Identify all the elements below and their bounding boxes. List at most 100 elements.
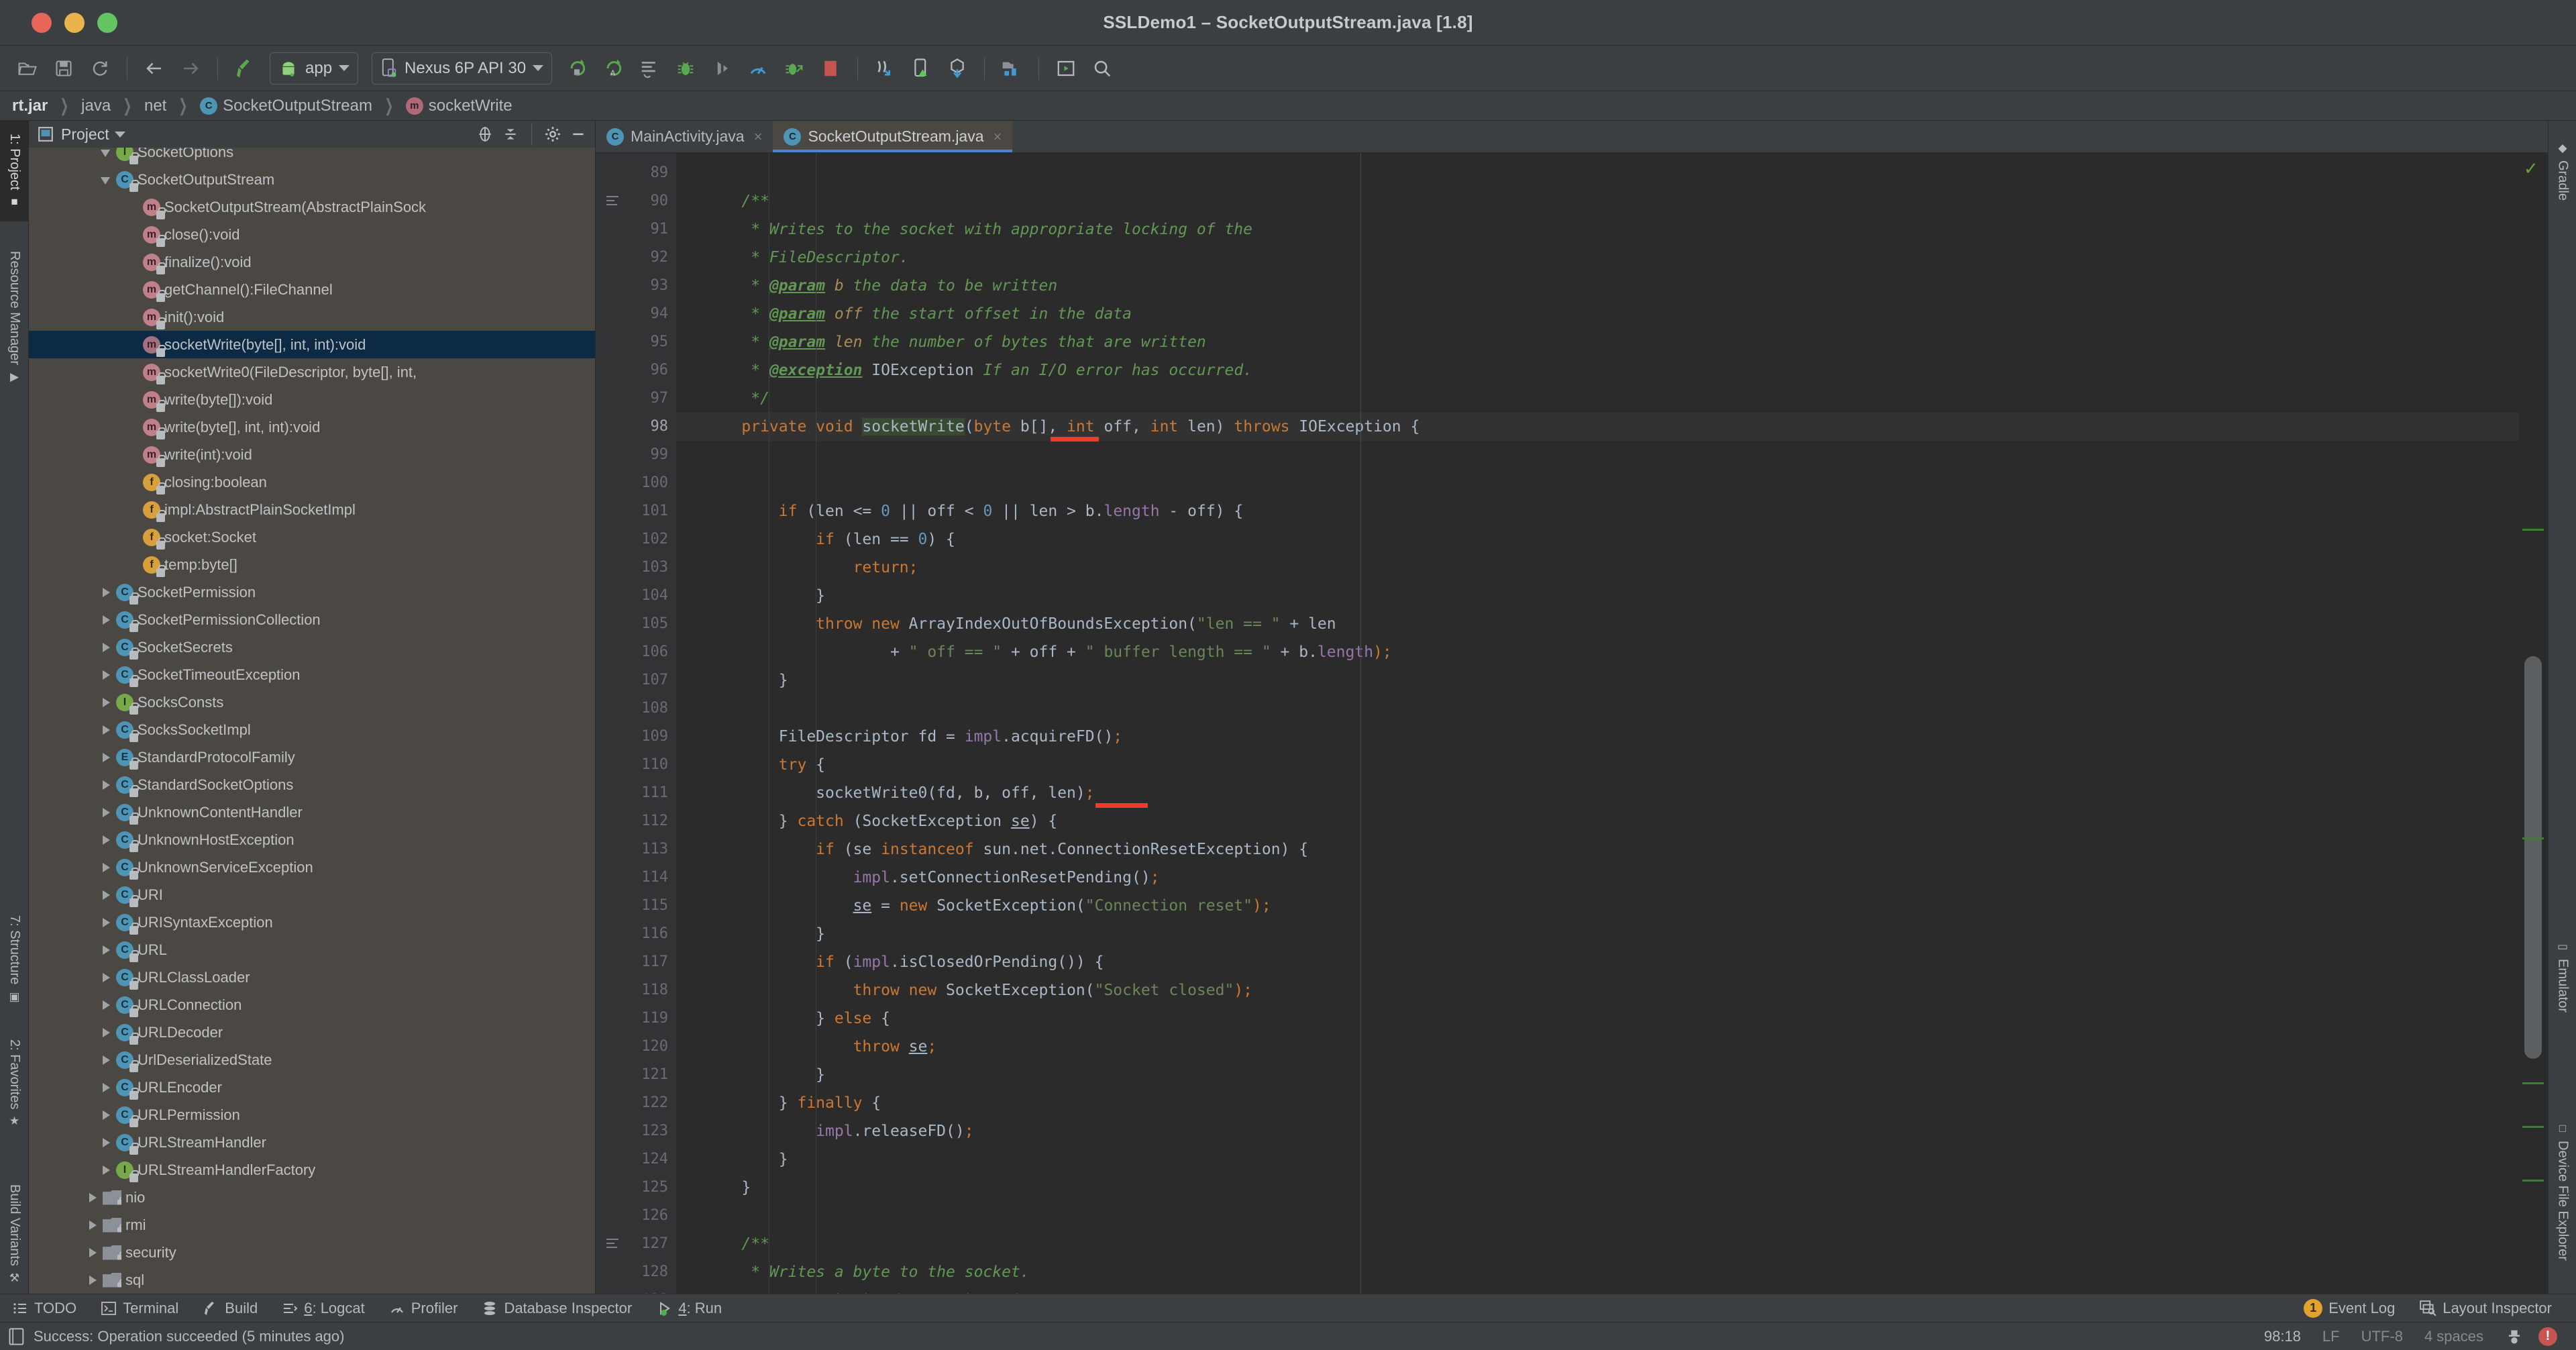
tree-row[interactable]: m close():void bbox=[29, 221, 595, 248]
code-line[interactable]: */ bbox=[676, 384, 2518, 413]
code-line[interactable]: if (len == 0) { bbox=[676, 525, 2518, 554]
bottom-tab-run[interactable]: 4: Run bbox=[644, 1294, 734, 1322]
line-number[interactable]: 100 bbox=[596, 469, 676, 497]
run-icon[interactable] bbox=[562, 54, 592, 83]
inspection-status-icon[interactable]: ✓ bbox=[2524, 158, 2538, 179]
tree-row[interactable]: rmi bbox=[29, 1211, 595, 1239]
breadcrumb-item-4[interactable]: m socketWrite bbox=[403, 97, 515, 115]
tree-row[interactable]: C SocketOutputStream bbox=[29, 166, 595, 193]
line-number[interactable]: 111 bbox=[596, 779, 676, 807]
tree-row[interactable]: m getChannel():FileChannel bbox=[29, 276, 595, 303]
gutter-marker[interactable] bbox=[2522, 1082, 2544, 1084]
tool-strip-tab-device-file-explorer[interactable]: □ Device File Explorer bbox=[2548, 1080, 2576, 1302]
tree-row[interactable]: E StandardProtocolFamily bbox=[29, 743, 595, 771]
back-arrow-icon[interactable] bbox=[140, 54, 169, 83]
tree-row[interactable]: C URLPermission bbox=[29, 1101, 595, 1129]
error-marker-bar[interactable]: ✓ bbox=[2518, 153, 2548, 1294]
tree-row[interactable]: C UnknownHostException bbox=[29, 826, 595, 853]
breadcrumb-item-2[interactable]: net bbox=[142, 97, 169, 115]
sdk-manager-icon[interactable] bbox=[870, 54, 900, 83]
code-line[interactable]: } catch (SocketException se) { bbox=[676, 807, 2518, 835]
step-icon[interactable] bbox=[707, 54, 737, 83]
stop-icon[interactable] bbox=[816, 54, 845, 83]
code-line[interactable]: } bbox=[676, 1145, 2518, 1174]
tree-row[interactable]: C SocketTimeoutException bbox=[29, 661, 595, 688]
line-number[interactable]: 124 bbox=[596, 1145, 692, 1174]
code-line[interactable]: impl.releaseFD(); bbox=[676, 1117, 2518, 1145]
gear-icon[interactable] bbox=[543, 124, 563, 144]
device-selector[interactable]: Nexus 6P API 30 bbox=[372, 52, 553, 85]
code-line[interactable]: } bbox=[676, 582, 2518, 610]
code-line[interactable]: /** bbox=[676, 1230, 2518, 1258]
gutter-marker[interactable] bbox=[2522, 837, 2544, 839]
line-number[interactable]: 96 bbox=[596, 356, 676, 384]
editor-scrollbar-thumb[interactable] bbox=[2524, 656, 2542, 1059]
line-number[interactable]: 125 bbox=[596, 1174, 692, 1202]
code-line[interactable]: * FileDescriptor. bbox=[676, 244, 2518, 272]
tree-row[interactable]: C SocketSecrets bbox=[29, 633, 595, 661]
bottom-tab-logcat[interactable]: 6: Logcat bbox=[270, 1294, 377, 1322]
file-encoding[interactable]: UTF-8 bbox=[2355, 1328, 2410, 1345]
code-line[interactable]: return; bbox=[676, 554, 2518, 582]
line-number[interactable]: 117 bbox=[596, 948, 692, 976]
code-line[interactable] bbox=[676, 694, 2518, 723]
tree-row[interactable]: C URLEncoder bbox=[29, 1074, 595, 1101]
collapse-all-icon[interactable] bbox=[500, 124, 521, 144]
project-tree[interactable]: I SocketOptions C SocketOutputStream m Socket… bbox=[29, 148, 595, 1294]
chevron-right-icon[interactable] bbox=[100, 834, 112, 846]
chevron-right-icon[interactable] bbox=[100, 1082, 112, 1094]
chevron-right-icon[interactable] bbox=[100, 917, 112, 929]
tree-row[interactable]: I URLStreamHandlerFactory bbox=[29, 1156, 595, 1184]
tree-row[interactable]: f socket:Socket bbox=[29, 523, 595, 551]
line-number[interactable]: 118 bbox=[596, 976, 676, 1004]
tree-row[interactable]: C URL bbox=[29, 936, 595, 964]
bottom-tab-profiler[interactable]: Profiler bbox=[377, 1294, 470, 1322]
tree-row[interactable]: C URLStreamHandler bbox=[29, 1129, 595, 1156]
tree-row[interactable]: sql bbox=[29, 1266, 595, 1294]
tree-row[interactable]: f temp:byte[] bbox=[29, 551, 595, 578]
debug-attach-icon[interactable] bbox=[780, 54, 809, 83]
chevron-right-icon[interactable] bbox=[100, 1054, 112, 1066]
apply-changes-icon[interactable]: A bbox=[598, 54, 628, 83]
chevron-right-icon[interactable] bbox=[100, 944, 112, 956]
code-line[interactable]: /** bbox=[676, 187, 2518, 215]
line-number[interactable]: 91 bbox=[596, 215, 676, 244]
gutter-marker[interactable] bbox=[2522, 1126, 2544, 1128]
breadcrumb-item-3[interactable]: C SocketOutputStream bbox=[197, 97, 375, 115]
chevron-right-icon[interactable] bbox=[100, 641, 112, 654]
code-line[interactable]: FileDescriptor fd = impl.acquireFD(); bbox=[676, 723, 2518, 751]
line-number[interactable]: 119 bbox=[596, 1004, 692, 1033]
chevron-down-icon[interactable] bbox=[100, 148, 112, 158]
line-number[interactable]: 116 bbox=[596, 920, 692, 948]
chevron-right-icon[interactable] bbox=[100, 807, 112, 819]
line-number[interactable]: 102 bbox=[596, 525, 692, 554]
bottom-tab-todo[interactable]: TODO bbox=[0, 1294, 89, 1322]
line-number[interactable]: 89 bbox=[596, 159, 676, 187]
code-line[interactable]: * @param b the data to be written bbox=[676, 272, 2518, 300]
chevron-right-icon[interactable] bbox=[100, 999, 112, 1011]
line-number[interactable]: 110 bbox=[596, 751, 692, 779]
chevron-right-icon[interactable] bbox=[87, 1247, 99, 1259]
code-line[interactable]: } bbox=[676, 1061, 2518, 1089]
code-line[interactable] bbox=[676, 441, 2518, 469]
tree-row[interactable]: nio bbox=[29, 1184, 595, 1211]
chevron-down-icon[interactable] bbox=[339, 65, 350, 71]
code-line[interactable]: * Writes to the socket with appropriate … bbox=[676, 215, 2518, 244]
line-number[interactable]: 95 bbox=[596, 328, 676, 356]
hide-panel-icon[interactable] bbox=[568, 124, 588, 144]
tree-row[interactable]: I SocketOptions bbox=[29, 148, 595, 166]
run-configuration-selector[interactable]: app bbox=[270, 52, 359, 85]
line-number[interactable]: 98 bbox=[596, 413, 692, 441]
line-number[interactable]: 122 bbox=[596, 1089, 692, 1117]
avd-manager-icon[interactable] bbox=[906, 54, 936, 83]
line-number[interactable]: 105 bbox=[596, 610, 676, 638]
tree-row[interactable]: m SocketOutputStream(AbstractPlainSock bbox=[29, 193, 595, 221]
close-tab-icon[interactable]: × bbox=[754, 128, 763, 146]
chevron-right-icon[interactable] bbox=[100, 972, 112, 984]
chevron-down-icon-2[interactable] bbox=[533, 65, 544, 71]
tree-row[interactable]: C UnknownContentHandler bbox=[29, 798, 595, 826]
chevron-right-icon[interactable] bbox=[100, 1109, 112, 1121]
line-separator[interactable]: LF bbox=[2316, 1328, 2347, 1345]
tool-strip-tab-structure[interactable]: 7: Structure ▣ bbox=[0, 902, 29, 1017]
tree-row[interactable]: security bbox=[29, 1239, 595, 1266]
